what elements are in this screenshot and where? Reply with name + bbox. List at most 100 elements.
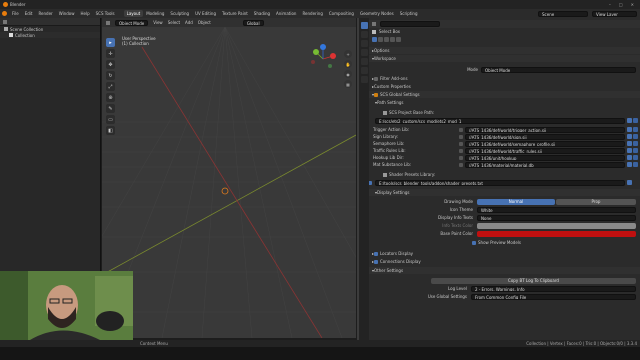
base-paint-color-swatch[interactable] — [477, 230, 636, 237]
lib-path-field[interactable]: //ATS_1436/unit/hookup — [465, 154, 625, 161]
lib-path-field[interactable]: //ATS_1436/def/world/semaphore_profile.s… — [465, 140, 625, 147]
measure-tool-icon[interactable]: ▭ — [106, 115, 115, 124]
select-mode-subtract-icon[interactable] — [384, 37, 389, 42]
menu-add[interactable]: Add — [185, 20, 193, 25]
locators-display-row[interactable]: ▸ Locators Display — [369, 250, 640, 257]
lib-path-field[interactable]: //ATS_1436/material/material.db — [465, 161, 625, 168]
view-layer-selector[interactable]: View Layer — [592, 10, 637, 17]
menu-object[interactable]: Object — [198, 20, 211, 25]
select-mode-set-icon[interactable] — [372, 37, 377, 42]
icon-theme-dropdown[interactable]: White — [477, 206, 636, 213]
scene-tab-icon[interactable] — [360, 58, 368, 65]
menu-help[interactable]: Help — [77, 11, 92, 16]
select-mode-intersect-icon[interactable] — [396, 37, 401, 42]
menu-view[interactable]: View — [153, 20, 163, 25]
menu-scs-tools[interactable]: SCS Tools — [93, 11, 118, 16]
tab-sculpting[interactable]: Sculpting — [167, 10, 192, 17]
tab-compositing[interactable]: Compositing — [326, 10, 357, 17]
info-texts-color-swatch[interactable] — [477, 222, 636, 229]
workspace-panel-header[interactable]: ▾ Workspace — [369, 55, 640, 62]
blender-menu-icon[interactable] — [2, 11, 7, 16]
cursor-tool-icon[interactable]: ✛ — [106, 49, 115, 58]
maximize-icon[interactable]: □ — [619, 2, 623, 7]
outliner-editor-icon[interactable] — [3, 19, 7, 24]
browse-folder-icon[interactable] — [627, 118, 632, 123]
log-level-dropdown[interactable]: 2 - Errors, Warnings, Info — [471, 285, 636, 292]
options-panel-header[interactable]: ▸ Options — [369, 47, 640, 54]
tab-scripting[interactable]: Scripting — [397, 10, 421, 17]
copy-log-button[interactable]: Copy BT Log To Clipboard — [431, 277, 636, 284]
shader-presets-checkbox[interactable] — [369, 180, 372, 185]
menu-select[interactable]: Select — [168, 20, 180, 25]
display-settings-header[interactable]: ▾ Display Settings — [369, 189, 640, 196]
tab-animation[interactable]: Animation — [273, 10, 299, 17]
custom-props-row[interactable]: ▸ Custom Properties — [369, 83, 640, 90]
menu-render[interactable]: Render — [35, 11, 55, 16]
outliner-row-collection[interactable]: Collection — [0, 32, 100, 38]
minimize-icon[interactable]: – — [609, 2, 611, 7]
lib-path-field[interactable]: //ATS_1436/def/world/traffic_rules.sii — [465, 147, 625, 154]
view-layer-tab-icon[interactable] — [360, 49, 368, 56]
browse-file-icon[interactable] — [627, 134, 632, 139]
browse-file-icon[interactable] — [627, 127, 632, 132]
mode-selector[interactable]: Object Mode — [115, 19, 149, 26]
browse-file-icon[interactable] — [627, 162, 632, 167]
reload-icon[interactable] — [633, 148, 638, 153]
tool-tab-icon[interactable] — [360, 22, 368, 29]
browse-file-icon[interactable] — [627, 155, 632, 160]
refresh-icon[interactable] — [633, 118, 638, 123]
lib-toggle-icon[interactable] — [459, 155, 463, 160]
properties-search[interactable] — [380, 21, 440, 27]
output-tab-icon[interactable] — [360, 40, 368, 47]
locators-display-checkbox[interactable] — [374, 251, 379, 256]
browse-file-icon[interactable] — [627, 148, 632, 153]
ortho-grid-icon[interactable]: ▦ — [344, 80, 352, 88]
filter-addons-row[interactable]: ▸ Filter Add-ons — [369, 75, 640, 82]
camera-view-icon[interactable]: ◉ — [344, 70, 352, 78]
reload-icon[interactable] — [633, 127, 638, 132]
other-settings-header[interactable]: ▾ Other Settings — [369, 267, 640, 274]
tab-shading[interactable]: Shading — [251, 10, 273, 17]
drawing-mode-prop-button[interactable]: Prop — [556, 198, 636, 205]
tab-modeling[interactable]: Modeling — [143, 10, 167, 17]
connections-display-row[interactable]: ▸ Connections Display — [369, 258, 640, 265]
drawing-mode-normal-button[interactable]: Normal — [477, 198, 555, 205]
reload-icon[interactable] — [633, 134, 638, 139]
scene-selector[interactable]: Scene — [538, 10, 588, 17]
shader-presets-field[interactable]: E:/tools/scs_blender_tools/addon/shader_… — [375, 179, 625, 186]
reload-icon[interactable] — [633, 155, 638, 160]
menu-window[interactable]: Window — [56, 11, 78, 16]
tab-geometry-nodes[interactable]: Geometry Nodes — [357, 10, 397, 17]
browse-file-icon[interactable] — [627, 180, 632, 185]
3d-viewport[interactable]: Object Mode View Select Add Object Globa… — [102, 18, 356, 338]
menu-edit[interactable]: Edit — [22, 11, 36, 16]
zoom-icon[interactable]: + — [344, 50, 352, 58]
tab-layout[interactable]: Layout — [123, 10, 144, 17]
reload-icon[interactable] — [633, 162, 638, 167]
lib-path-field[interactable]: //ATS_1436/def/world/trigger_action.sii — [465, 126, 625, 133]
rotate-tool-icon[interactable]: ↻ — [106, 71, 115, 80]
lib-toggle-icon[interactable] — [459, 127, 463, 132]
project-base-path-field[interactable]: E:/scs/ets2_custom/scs_mod/ets2_mod_1 — [375, 117, 625, 124]
tab-uv-editing[interactable]: UV Editing — [192, 10, 219, 17]
reload-icon[interactable] — [633, 141, 638, 146]
move-tool-icon[interactable]: ✥ — [106, 60, 115, 69]
texture-tab-icon[interactable] — [360, 76, 368, 83]
lib-toggle-icon[interactable] — [459, 162, 463, 167]
render-tab-icon[interactable] — [360, 31, 368, 38]
lib-path-field[interactable]: //ATS_1436/def/world/sign.sii — [465, 133, 625, 140]
scale-tool-icon[interactable]: ⤢ — [106, 82, 115, 91]
display-info-dropdown[interactable]: None — [477, 214, 636, 221]
tab-rendering[interactable]: Rendering — [299, 10, 325, 17]
select-mode-extend-icon[interactable] — [378, 37, 383, 42]
add-cube-tool-icon[interactable]: ◧ — [106, 126, 115, 135]
show-preview-checkbox[interactable] — [472, 240, 476, 245]
use-global-dropdown[interactable]: From Common Config File — [471, 293, 636, 300]
scs-global-header[interactable]: ▾ SCS Global Settings — [369, 91, 640, 98]
lib-toggle-icon[interactable] — [459, 148, 463, 153]
properties-editor-icon[interactable] — [372, 22, 376, 26]
transform-tool-icon[interactable]: ⊕ — [106, 93, 115, 102]
transform-orientation[interactable]: Global — [242, 19, 264, 26]
mode-dropdown[interactable]: Object Mode — [481, 66, 636, 73]
select-mode-invert-icon[interactable] — [390, 37, 395, 42]
